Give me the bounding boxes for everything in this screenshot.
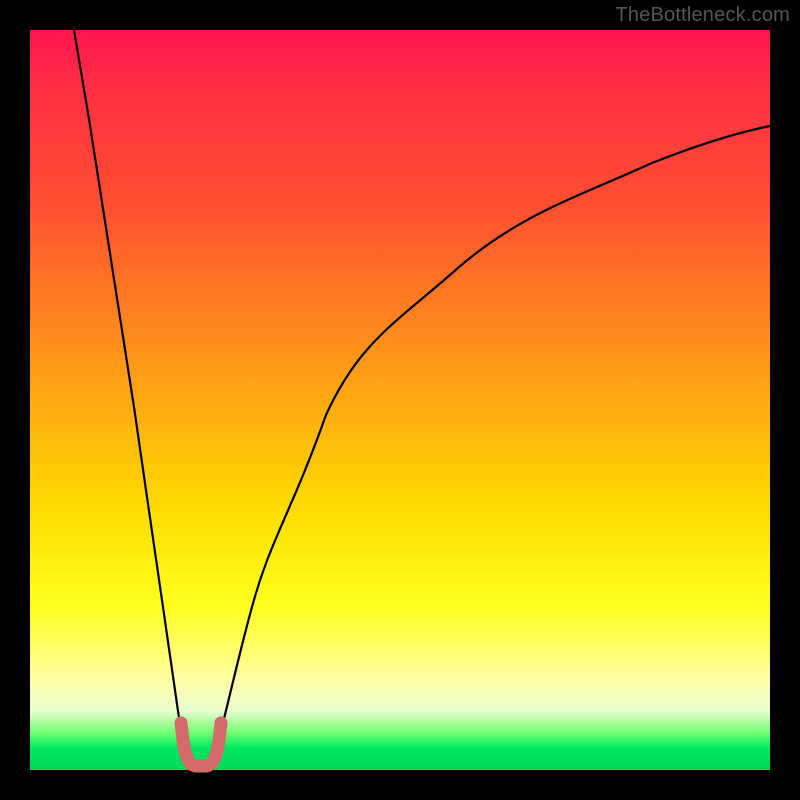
u-marker-left-cap xyxy=(175,717,188,730)
u-marker-right-cap xyxy=(215,717,228,730)
chart-frame: TheBottleneck.com xyxy=(0,0,800,800)
bottom-u-marker xyxy=(181,723,221,766)
right-branch-path xyxy=(215,126,770,755)
curve-svg xyxy=(30,30,770,770)
plot-area xyxy=(30,30,770,770)
watermark-text: TheBottleneck.com xyxy=(615,4,790,27)
left-branch-path xyxy=(74,30,185,755)
